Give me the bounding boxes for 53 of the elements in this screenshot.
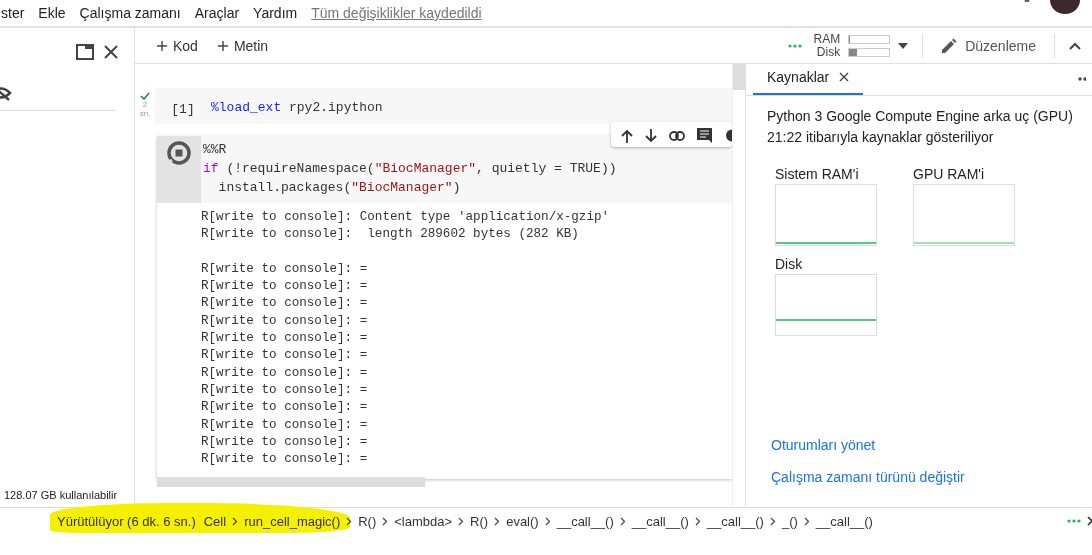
panel-link[interactable]: Oturumları yönet — [767, 437, 1092, 453]
stack-frame[interactable]: __call__() — [706, 513, 764, 529]
output-line: R[write to console]: = — [201, 416, 369, 434]
code-line: %%R — [203, 141, 228, 159]
execution-status: Yürütülüyor (6 dk. 6 sn.) — [57, 513, 196, 529]
stack-frame[interactable]: __call__() — [556, 513, 614, 529]
output-line: R[write to console]: = — [201, 451, 369, 469]
stack-frame[interactable]: R() — [470, 513, 489, 529]
output-line: R[write to console]: = — [201, 330, 369, 348]
output-line: R[write to console]: = — [201, 399, 369, 417]
output-line: R[write to console]: = — [201, 260, 369, 278]
output-line: R[write to console]: = — [201, 433, 369, 451]
output-line: R[write to console]: = — [201, 295, 369, 313]
execution-unit: sn. — [139, 109, 151, 118]
stack-frame[interactable]: __call__() — [631, 513, 689, 529]
output-line: R[write to console]: = — [201, 381, 369, 399]
disk-info: 128.07 GB kullanılabilir — [3, 489, 119, 503]
stack-frame[interactable]: Cell — [203, 513, 227, 529]
output-line: R[write to console]: = — [201, 278, 369, 296]
meter-label: Disk — [816, 45, 841, 59]
stack-frame[interactable]: _() — [781, 513, 798, 529]
output-line: R[write to console]: Content type 'application/x-gzip' — [201, 209, 611, 226]
stack-frame[interactable]: run_cell_magic() — [244, 513, 341, 529]
menu-item[interactable]: ster — [1, 5, 25, 21]
stack-frame[interactable]: R() — [358, 513, 377, 529]
stack-frame[interactable]: __call__() — [815, 513, 873, 529]
edit-button[interactable]: Düzenleme — [937, 33, 1040, 58]
save-status-link[interactable]: Tüm değişiklikler kaydedildi — [311, 5, 482, 21]
chart-title: GPU RAM'i — [913, 166, 986, 182]
output-line: R[write to console]: = — [201, 364, 369, 382]
meter-label: RAM — [813, 32, 841, 46]
stack-frame[interactable]: eval() — [506, 513, 539, 529]
output-line: R[write to console]: = — [201, 347, 369, 365]
menu-item[interactable]: Araçlar — [194, 5, 240, 21]
menu-item[interactable]: Ekle — [38, 5, 66, 21]
chart-title: Disk — [775, 256, 804, 272]
timestamp-info: 21:22 itibarıyla kaynaklar gösteriliyor — [767, 128, 995, 147]
chart-title: Sistem RAM'i — [775, 166, 860, 182]
output-line: R[write to console]: = — [201, 312, 369, 330]
menu-item[interactable]: Çalışma zamanı — [79, 5, 181, 21]
code-line: %load_ext rpy2.ipython — [211, 99, 384, 117]
code-line: install.packages("BiocManager") — [217, 179, 462, 197]
add-button[interactable]: Kod — [151, 33, 204, 58]
add-button[interactable]: Metin — [211, 33, 275, 58]
code-line: if (!requireNamespace("BiocManager", quietly = TRUE)) — [203, 160, 618, 178]
menu-item[interactable]: Yardım — [253, 5, 298, 21]
execution-count: [1] — [171, 102, 195, 117]
panel-tab[interactable]: Kaynaklar — [753, 69, 864, 95]
execution-time: 2 — [142, 100, 148, 109]
stack-frame[interactable]: <lambda> — [394, 513, 453, 529]
runtime-info: Python 3 Google Compute Engine arka uç (GPU) — [767, 107, 1074, 126]
output-line: R[write to console]: length 289602 bytes (282 KB) — [201, 226, 580, 244]
panel-link[interactable]: Çalışma zamanı türünü değiştir — [767, 469, 1092, 485]
